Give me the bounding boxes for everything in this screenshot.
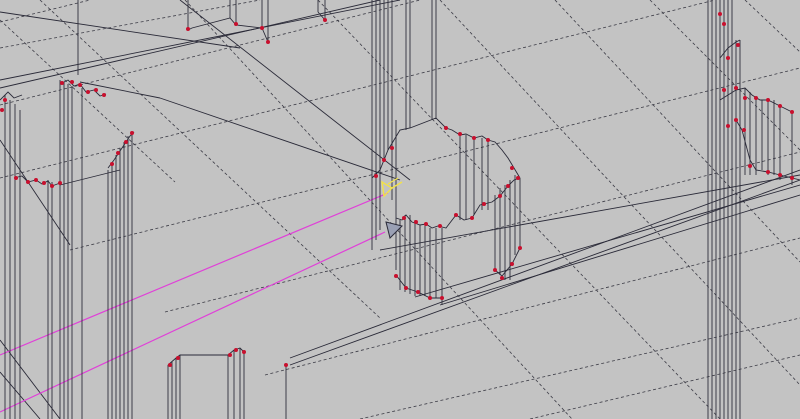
vertex-markers [0, 12, 794, 367]
vertical-edges [4, 0, 793, 419]
selection-lines [0, 192, 389, 413]
wireframe-canvas[interactable] [0, 0, 800, 419]
3d-wireframe-viewport[interactable] [0, 0, 800, 419]
